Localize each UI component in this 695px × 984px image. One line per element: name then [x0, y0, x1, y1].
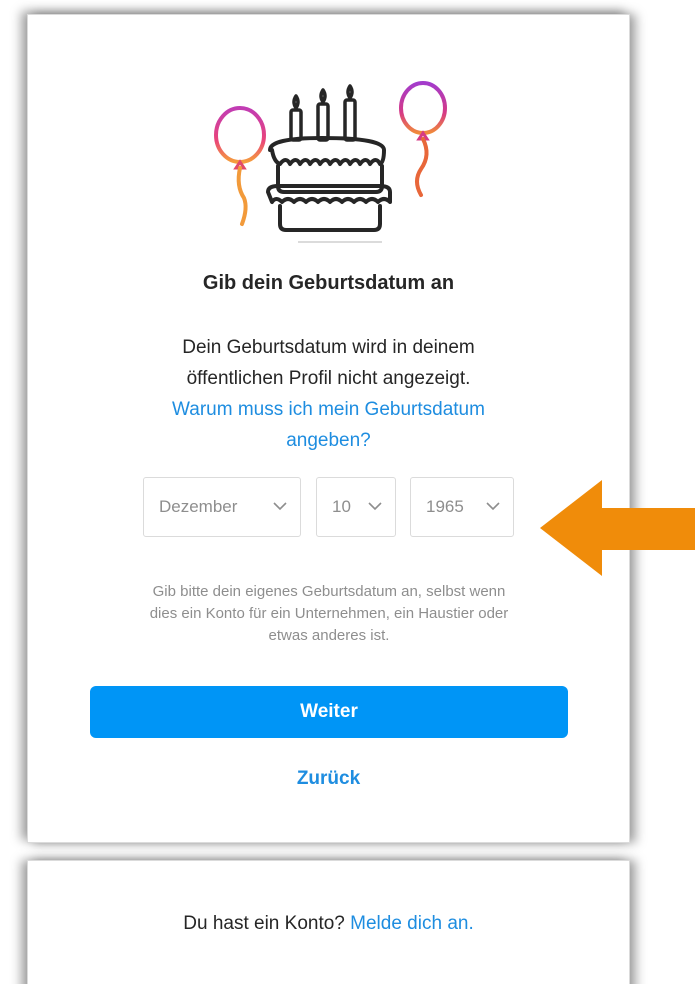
- month-value: Dezember: [159, 497, 238, 516]
- left-balloon-icon: [214, 106, 266, 226]
- page: Gib dein Geburtsdatum an Dein Geburtsdat…: [0, 0, 695, 984]
- right-balloon-icon: [399, 81, 447, 197]
- chevron-down-icon: [368, 502, 382, 511]
- description: Dein Geburtsdatum wird in deinem öffentl…: [27, 332, 630, 456]
- chevron-down-icon: [486, 502, 500, 511]
- why-birthday-link-line-1[interactable]: Warum muss ich mein Geburtsdatum: [172, 399, 485, 420]
- login-prompt: Du hast ein Konto? Melde dich an.: [27, 913, 630, 935]
- description-line-2: öffentlichen Profil nicht angezeigt.: [186, 368, 471, 389]
- day-select[interactable]: 10: [316, 477, 396, 537]
- chevron-down-icon: [273, 502, 287, 511]
- why-birthday-link-line-2[interactable]: angeben?: [286, 430, 371, 451]
- login-prompt-text: Du hast ein Konto?: [183, 913, 345, 934]
- day-value: 10: [332, 497, 351, 516]
- year-select[interactable]: 1965: [410, 477, 514, 537]
- hint-line-3: etwas anderes ist.: [268, 627, 390, 644]
- why-birthday-link[interactable]: Warum muss ich mein Geburtsdatum angeben…: [27, 394, 630, 456]
- birthday-hint: Gib bitte dein eigenes Geburtsdatum an, …: [75, 581, 583, 647]
- hint-line-2: dies ein Konto für ein Unternehmen, ein …: [149, 605, 509, 622]
- login-link[interactable]: Melde dich an.: [350, 913, 474, 934]
- candles-icon: [289, 84, 357, 142]
- page-title: Gib dein Geburtsdatum an: [202, 272, 455, 294]
- month-select[interactable]: Dezember: [143, 477, 301, 537]
- hint-line-1: Gib bitte dein eigenes Geburtsdatum an, …: [152, 583, 506, 600]
- birthday-cake-balloons-illustration: [214, 81, 447, 243]
- orange-arrow-pointer: [540, 480, 695, 576]
- cake-icon: [266, 136, 392, 232]
- description-line-1: Dein Geburtsdatum wird in deinem: [182, 337, 475, 358]
- back-button[interactable]: Zurück: [27, 768, 630, 790]
- next-button[interactable]: Weiter: [90, 686, 568, 738]
- year-value: 1965: [426, 497, 464, 516]
